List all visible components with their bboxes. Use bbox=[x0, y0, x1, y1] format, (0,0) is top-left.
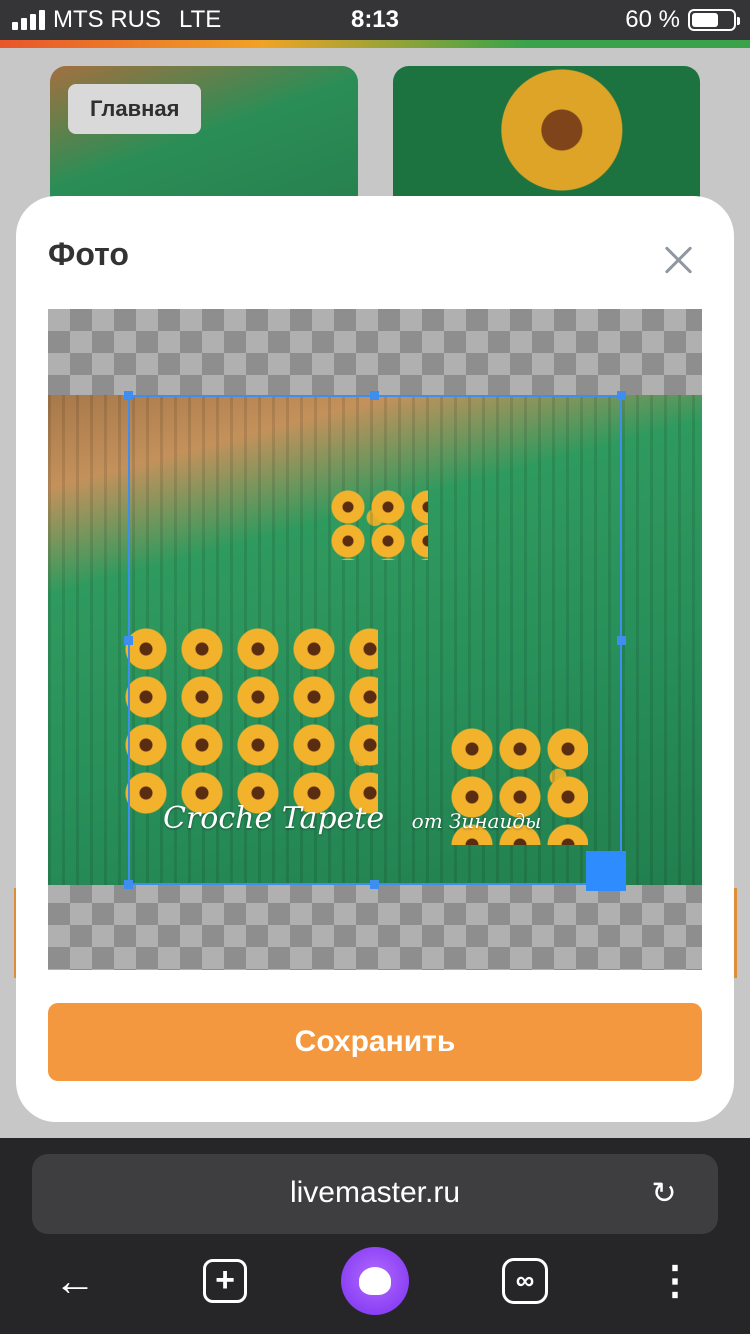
crop-handle-bottom-left[interactable] bbox=[124, 880, 133, 889]
close-icon[interactable] bbox=[658, 240, 698, 280]
crop-handle-left[interactable] bbox=[124, 636, 133, 645]
page-load-progress bbox=[0, 40, 750, 48]
browser-nav: ← + ∞ ⋮ bbox=[0, 1246, 750, 1316]
battery-icon bbox=[688, 9, 740, 31]
crop-handle-right[interactable] bbox=[617, 636, 626, 645]
alice-assistant-icon[interactable] bbox=[340, 1246, 410, 1316]
crop-handle-top-right[interactable] bbox=[617, 391, 626, 400]
photo-modal: Фото Croche Tapete от Зинаиды Сохранить bbox=[16, 196, 734, 1122]
url-text: livemaster.ru bbox=[289, 1176, 461, 1209]
crop-frame[interactable] bbox=[128, 395, 622, 885]
save-button[interactable]: Сохранить bbox=[48, 1003, 702, 1081]
reload-icon[interactable]: ↻ bbox=[646, 1176, 682, 1212]
back-arrow-icon[interactable]: ← bbox=[40, 1246, 110, 1316]
address-bar[interactable]: livemaster.ru ↻ bbox=[32, 1154, 718, 1234]
tabs-icon[interactable]: ∞ bbox=[490, 1246, 560, 1316]
new-tab-icon[interactable]: + bbox=[190, 1246, 260, 1316]
crop-handle-top[interactable] bbox=[370, 391, 379, 400]
modal-title: Фото bbox=[48, 236, 129, 272]
crop-resize-handle[interactable] bbox=[586, 851, 626, 891]
crop-handle-bottom[interactable] bbox=[370, 880, 379, 889]
crop-canvas[interactable]: Croche Tapete от Зинаиды bbox=[48, 309, 702, 970]
battery-percent: 60 % bbox=[625, 6, 680, 33]
status-bar: MTS RUS LTE 8:13 60 % bbox=[0, 0, 750, 40]
browser-toolbar: livemaster.ru ↻ ← + ∞ ⋮ bbox=[0, 1138, 750, 1334]
crop-handle-top-left[interactable] bbox=[124, 391, 133, 400]
more-icon[interactable]: ⋮ bbox=[640, 1246, 710, 1316]
